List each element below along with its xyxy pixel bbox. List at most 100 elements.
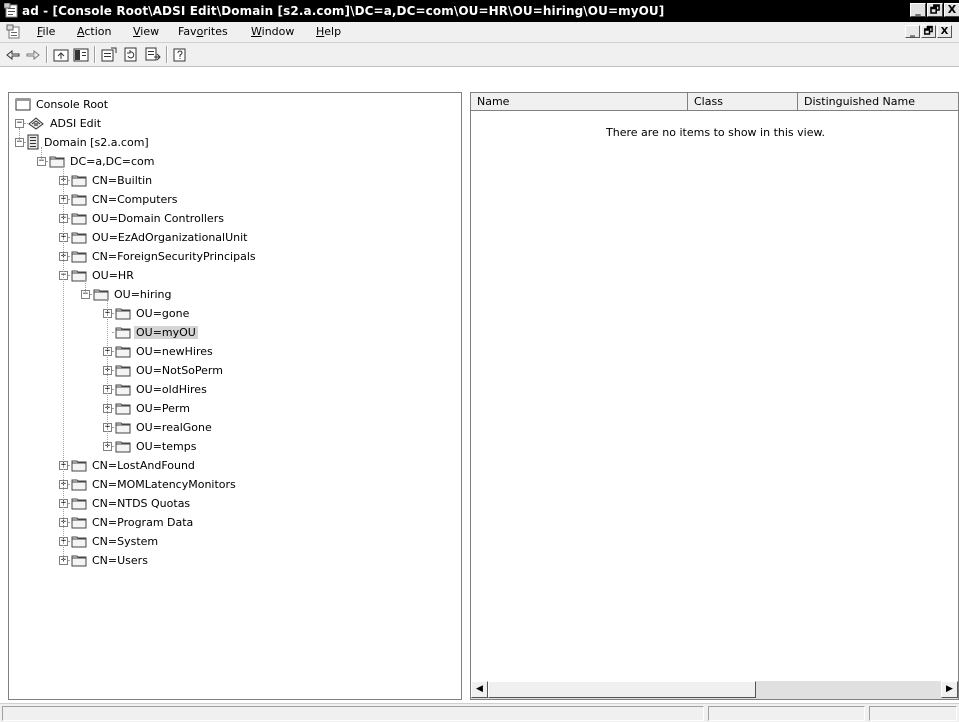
results-pane[interactable]: Name Class Distinguished Name There are … bbox=[470, 92, 959, 700]
tree-node-label[interactable]: OU=Perm bbox=[134, 402, 192, 415]
folder-icon bbox=[71, 516, 87, 529]
scroll-left-icon[interactable]: ◀ bbox=[471, 681, 488, 698]
tree-node[interactable]: OU=myOU bbox=[103, 323, 198, 341]
tree-node-label[interactable]: OU=hiring bbox=[112, 288, 174, 301]
menu-help[interactable]: Help bbox=[316, 25, 341, 38]
tree-node[interactable]: + CN=Users bbox=[59, 551, 150, 569]
tree-connector-line bbox=[112, 408, 116, 409]
help-icon[interactable] bbox=[172, 46, 190, 63]
title-bar[interactable]: ad - [Console Root\ADSI Edit\Domain [s2.… bbox=[0, 0, 959, 22]
tree-node-label[interactable]: CN=LostAndFound bbox=[90, 459, 197, 472]
tree-node[interactable]: − ADSI Edit bbox=[15, 114, 103, 132]
tree-node[interactable]: + OU=newHires bbox=[103, 342, 215, 360]
export-list-icon[interactable] bbox=[144, 46, 162, 63]
minimize-button[interactable]: _ bbox=[910, 3, 926, 17]
folder-icon bbox=[71, 459, 87, 472]
forward-arrow-icon[interactable] bbox=[24, 46, 42, 63]
mmc-app-icon[interactable] bbox=[3, 2, 20, 19]
tree-connector-line bbox=[24, 142, 28, 143]
tree-node[interactable]: + OU=Perm bbox=[103, 399, 192, 417]
tree-node-label[interactable]: Domain [s2.a.com] bbox=[42, 136, 151, 149]
tree-node-label[interactable]: OU=realGone bbox=[134, 421, 214, 434]
status-panel-tertiary bbox=[869, 706, 957, 721]
column-header-distinguished-name[interactable]: Distinguished Name bbox=[798, 93, 958, 111]
tree-connector-line bbox=[46, 161, 50, 162]
tree-node[interactable]: + OU=NotSoPerm bbox=[103, 361, 225, 379]
menu-action[interactable]: Action bbox=[77, 25, 111, 38]
tree-node[interactable]: − OU=hiring bbox=[81, 285, 174, 303]
tree-connector-line bbox=[68, 503, 72, 504]
status-panel-main bbox=[2, 706, 704, 721]
refresh-icon[interactable] bbox=[122, 46, 140, 63]
menu-view[interactable]: View bbox=[133, 25, 159, 38]
tree-node-label[interactable]: DC=a,DC=com bbox=[68, 155, 156, 168]
folder-icon bbox=[115, 345, 131, 358]
tree-node[interactable]: + OU=realGone bbox=[103, 418, 214, 436]
tree-node-label[interactable]: OU=HR bbox=[90, 269, 136, 282]
console-menu-icon[interactable] bbox=[6, 24, 22, 40]
tree-node-label[interactable]: CN=System bbox=[90, 535, 160, 548]
horizontal-scrollbar[interactable]: ◀ ▶ bbox=[471, 681, 958, 699]
scroll-right-icon[interactable]: ▶ bbox=[941, 681, 958, 698]
status-panel-secondary bbox=[708, 706, 865, 721]
tree-node[interactable]: Console Root bbox=[15, 95, 110, 113]
tree-node[interactable]: + CN=LostAndFound bbox=[59, 456, 197, 474]
tree-node-label[interactable]: CN=Computers bbox=[90, 193, 180, 206]
tree-connector-line bbox=[107, 299, 108, 446]
tree-node-label[interactable]: CN=Program Data bbox=[90, 516, 195, 529]
tree-node[interactable]: − Domain [s2.a.com] bbox=[15, 133, 151, 151]
show-hide-console-tree-icon[interactable] bbox=[72, 46, 90, 63]
tree-connector-line bbox=[68, 560, 72, 561]
tree-node-label[interactable]: OU=gone bbox=[134, 307, 191, 320]
child-restore-button[interactable]: 🗗 bbox=[921, 25, 936, 38]
folder-icon bbox=[115, 326, 131, 339]
tree-node-label[interactable]: OU=oldHires bbox=[134, 383, 209, 396]
tree-node[interactable]: + CN=Builtin bbox=[59, 171, 154, 189]
window-title: ad - [Console Root\ADSI Edit\Domain [s2.… bbox=[22, 4, 665, 18]
tree-node-label[interactable]: OU=temps bbox=[134, 440, 198, 453]
tree-node-label[interactable]: CN=Builtin bbox=[90, 174, 154, 187]
tree-node[interactable]: + OU=EzAdOrganizationalUnit bbox=[59, 228, 249, 246]
tree-node[interactable]: + OU=gone bbox=[103, 304, 191, 322]
back-arrow-icon[interactable] bbox=[4, 46, 22, 63]
tree-node-label[interactable]: ADSI Edit bbox=[48, 117, 103, 130]
folder-icon bbox=[71, 250, 87, 263]
menu-favorites[interactable]: Favorites bbox=[178, 25, 228, 38]
tree-node[interactable]: − DC=a,DC=com bbox=[37, 152, 156, 170]
tree-node-label[interactable]: CN=Users bbox=[90, 554, 150, 567]
tree-node[interactable]: + CN=NTDS Quotas bbox=[59, 494, 192, 512]
tree-node-label[interactable]: OU=NotSoPerm bbox=[134, 364, 225, 377]
tree-node[interactable]: + CN=ForeignSecurityPrincipals bbox=[59, 247, 258, 265]
scrollbar-thumb[interactable] bbox=[488, 681, 756, 698]
menu-window[interactable]: Window bbox=[251, 25, 294, 38]
tree-node-label[interactable]: CN=NTDS Quotas bbox=[90, 497, 192, 510]
column-header-name[interactable]: Name bbox=[471, 93, 688, 111]
tree-node-label[interactable]: Console Root bbox=[34, 98, 110, 111]
tree-node[interactable]: + OU=temps bbox=[103, 437, 198, 455]
close-button[interactable]: X bbox=[944, 3, 959, 17]
tree-node[interactable]: + CN=System bbox=[59, 532, 160, 550]
tree-node[interactable]: + OU=oldHires bbox=[103, 380, 209, 398]
up-one-level-icon[interactable] bbox=[52, 46, 70, 63]
tree-node-label[interactable]: OU=newHires bbox=[134, 345, 215, 358]
empty-list-message: There are no items to show in this view. bbox=[606, 126, 825, 139]
child-minimize-button[interactable]: _ bbox=[905, 25, 920, 38]
column-header-class[interactable]: Class bbox=[688, 93, 798, 111]
menu-file[interactable]: File bbox=[37, 25, 55, 38]
folder-icon bbox=[115, 364, 131, 377]
tree-node[interactable]: + OU=Domain Controllers bbox=[59, 209, 226, 227]
tree-node-label[interactable]: OU=Domain Controllers bbox=[90, 212, 226, 225]
collapse-minus-icon[interactable]: − bbox=[15, 118, 24, 128]
tree-node[interactable]: + CN=Computers bbox=[59, 190, 180, 208]
tree-node-label[interactable]: OU=EzAdOrganizationalUnit bbox=[90, 231, 249, 244]
tree-node-label[interactable]: CN=ForeignSecurityPrincipals bbox=[90, 250, 258, 263]
tree-node[interactable]: + CN=MOMLatencyMonitors bbox=[59, 475, 238, 493]
child-close-button[interactable]: X bbox=[937, 25, 952, 38]
restore-button[interactable]: 🗗 bbox=[927, 3, 943, 17]
console-tree-pane[interactable]: Console Root − ADSI Edit − Domain [s2.a.com]… bbox=[8, 92, 462, 700]
tree-node-label[interactable]: OU=myOU bbox=[134, 325, 198, 339]
properties-icon[interactable] bbox=[100, 46, 118, 63]
tree-node[interactable]: + CN=Program Data bbox=[59, 513, 195, 531]
toolbar-separator bbox=[46, 46, 48, 63]
tree-node-label[interactable]: CN=MOMLatencyMonitors bbox=[90, 478, 238, 491]
